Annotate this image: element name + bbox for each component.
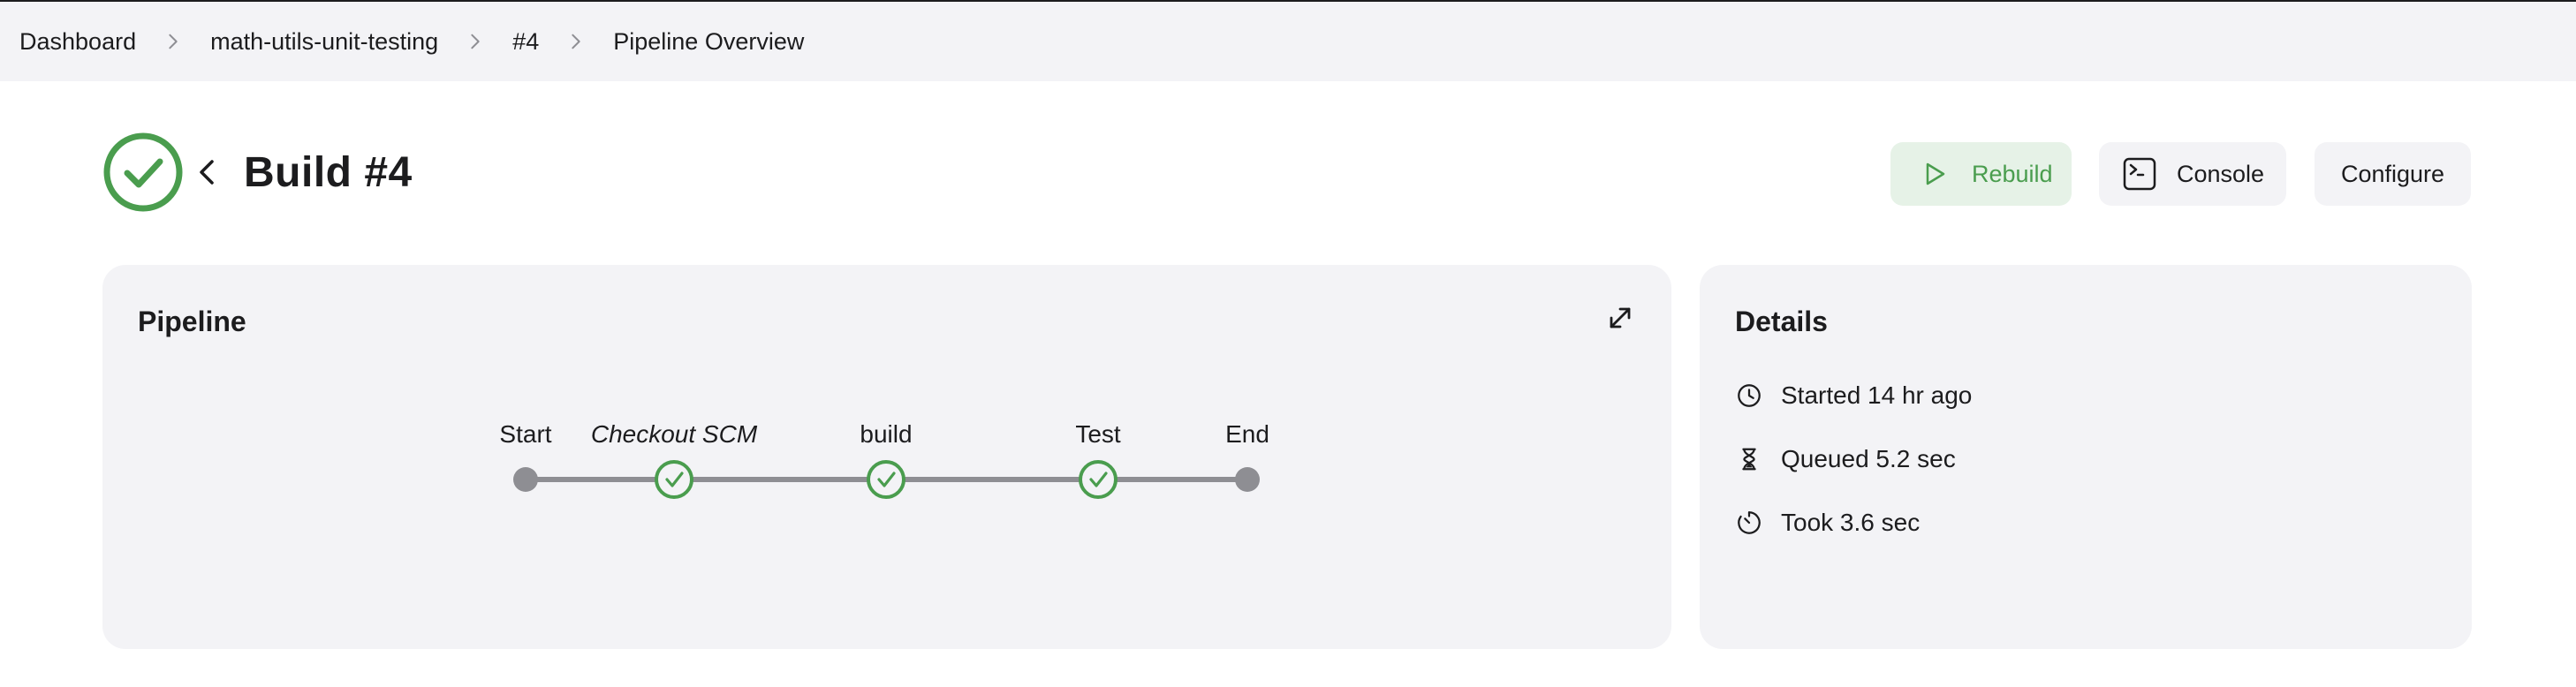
breadcrumb: Dashboard math-utils-unit-testing #4 Pip… <box>0 2 2576 81</box>
timer-icon <box>1735 509 1763 537</box>
hourglass-icon <box>1735 445 1763 473</box>
play-icon <box>1917 156 1952 192</box>
stage-label-end: End <box>1225 420 1269 448</box>
back-chevron-icon[interactable] <box>196 153 228 192</box>
rebuild-button[interactable]: Rebuild <box>1890 142 2072 206</box>
configure-button[interactable]: Configure <box>2315 142 2471 206</box>
rebuild-label: Rebuild <box>1972 160 2053 187</box>
chevron-right-icon <box>558 28 594 55</box>
success-check-icon <box>102 132 184 213</box>
pipeline-card: Pipeline Start Checkout SCM build Test E… <box>102 265 1671 649</box>
breadcrumb-build[interactable]: #4 <box>512 28 539 56</box>
stage-label-build[interactable]: build <box>860 420 912 449</box>
detail-queued: Queued 5.2 sec <box>1735 445 1956 473</box>
detail-duration: Took 3.6 sec <box>1735 509 1920 537</box>
breadcrumb-project[interactable]: math-utils-unit-testing <box>210 28 438 56</box>
detail-duration-text: Took 3.6 sec <box>1781 509 1921 536</box>
stage-label-start: Start <box>499 420 552 448</box>
console-button[interactable]: Console <box>2099 142 2286 206</box>
pipeline-graph <box>513 460 1260 499</box>
stage-node-start <box>513 467 538 492</box>
console-label: Console <box>2177 160 2265 187</box>
chevron-right-icon <box>458 28 493 55</box>
stage-node-checkout-scm <box>655 460 693 499</box>
chevron-right-icon <box>155 28 191 55</box>
configure-label: Configure <box>2340 160 2445 187</box>
stage-node-build <box>867 460 905 499</box>
page-title: Build #4 <box>244 148 413 196</box>
details-title: Details <box>1735 306 1828 337</box>
breadcrumb-dashboard[interactable]: Dashboard <box>19 28 136 56</box>
clock-icon <box>1735 381 1763 410</box>
stage-label-test[interactable]: Test <box>1075 420 1120 449</box>
detail-started: Started 14 hr ago <box>1735 381 1972 410</box>
details-card: Details Started 14 hr ago Queued 5.2 sec <box>1700 265 2472 649</box>
stage-label-checkout-scm[interactable]: Checkout SCM <box>591 420 757 449</box>
breadcrumb-pipeline-overview[interactable]: Pipeline Overview <box>613 28 804 56</box>
stage-node-end <box>1235 467 1260 492</box>
stage-node-test <box>1079 460 1118 499</box>
detail-queued-text: Queued 5.2 sec <box>1781 445 1956 472</box>
page-header: Build #4 <box>102 132 413 212</box>
terminal-icon <box>2122 156 2157 192</box>
detail-started-text: Started 14 hr ago <box>1781 381 1973 409</box>
